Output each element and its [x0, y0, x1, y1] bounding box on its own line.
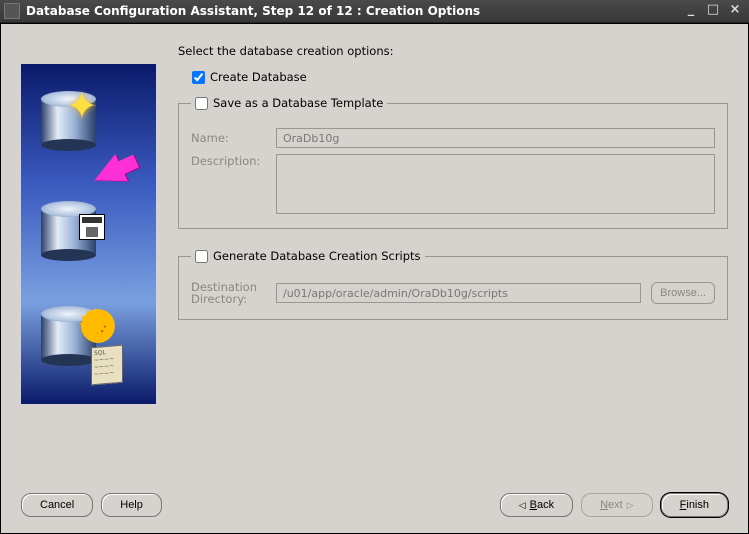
generate-scripts-group: Generate Database Creation Scripts Desti… — [178, 249, 728, 320]
floppy-disk-icon — [79, 214, 105, 240]
create-database-label: Create Database — [210, 70, 307, 84]
dest-dir-label: Destination Directory: — [191, 281, 266, 305]
main-panel: Select the database creation options: Cr… — [178, 44, 728, 475]
save-template-checkbox[interactable] — [195, 97, 208, 110]
window-buttons: _ □ × — [683, 3, 749, 19]
close-button[interactable]: × — [727, 3, 743, 19]
generate-scripts-option[interactable]: Generate Database Creation Scripts — [191, 249, 425, 263]
finish-button[interactable]: Finish — [661, 493, 728, 517]
script-scroll-icon: SQL ~~~~ ~~~~ ~~~~ — [91, 345, 123, 386]
chevron-right-icon: ▷ — [627, 500, 634, 511]
template-name-label: Name: — [191, 131, 266, 145]
cancel-button[interactable]: Cancel — [21, 493, 93, 517]
next-button: Next ▷ — [581, 493, 653, 517]
browse-button: Browse... — [651, 282, 715, 304]
gear-icon — [81, 309, 115, 343]
template-desc-label: Description: — [191, 154, 266, 168]
chevron-left-icon: ◁ — [519, 500, 526, 511]
help-button[interactable]: Help — [101, 493, 162, 517]
app-icon — [4, 3, 20, 19]
back-button[interactable]: ◁ Back — [500, 493, 573, 517]
titlebar: Database Configuration Assistant, Step 1… — [0, 0, 749, 23]
client-area: ✦ SQL ~~~~ ~~~~ ~~~~ Select the database… — [0, 23, 749, 534]
wizard-illustration: ✦ SQL ~~~~ ~~~~ ~~~~ — [21, 64, 156, 404]
template-name-input — [276, 128, 715, 148]
footer: Cancel Help ◁ Back Next ▷ Finish — [1, 485, 748, 533]
prompt-text: Select the database creation options: — [178, 44, 728, 58]
window-title: Database Configuration Assistant, Step 1… — [26, 4, 683, 18]
save-template-label: Save as a Database Template — [213, 96, 383, 110]
create-database-checkbox[interactable] — [192, 71, 205, 84]
save-template-option[interactable]: Save as a Database Template — [191, 96, 387, 110]
dest-dir-input — [276, 283, 641, 303]
minimize-button[interactable]: _ — [683, 3, 699, 19]
window: Database Configuration Assistant, Step 1… — [0, 0, 749, 534]
create-database-option[interactable]: Create Database — [192, 70, 728, 84]
template-desc-input — [276, 154, 715, 214]
generate-scripts-checkbox[interactable] — [195, 250, 208, 263]
maximize-button[interactable]: □ — [705, 3, 721, 19]
arrow-icon — [88, 154, 128, 194]
save-template-group: Save as a Database Template Name: Descri… — [178, 96, 728, 229]
generate-scripts-label: Generate Database Creation Scripts — [213, 249, 421, 263]
sparkle-icon: ✦ — [66, 84, 98, 128]
content: ✦ SQL ~~~~ ~~~~ ~~~~ Select the database… — [1, 24, 748, 485]
